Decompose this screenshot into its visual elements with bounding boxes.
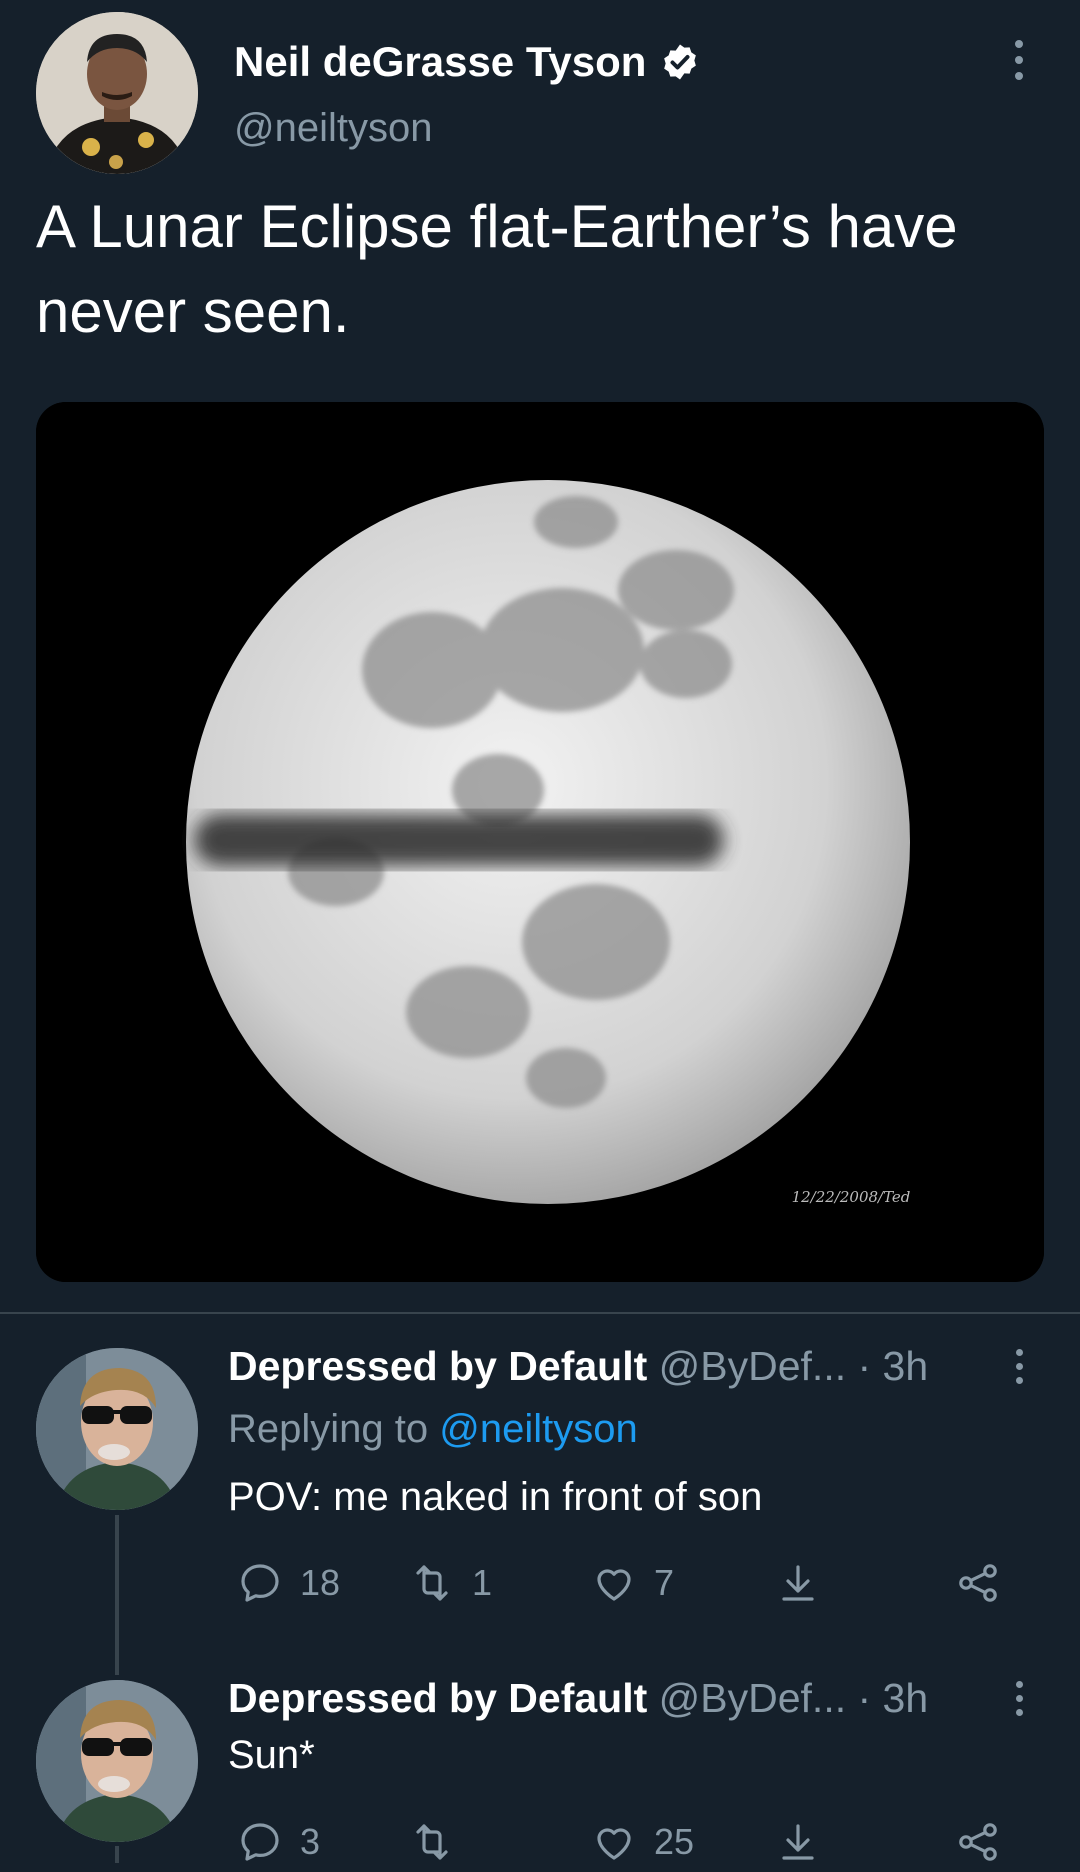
share-button[interactable] bbox=[954, 1812, 1002, 1872]
share-icon bbox=[959, 1823, 997, 1861]
download-arrow-icon bbox=[782, 1824, 814, 1860]
tweet-text: A Lunar Eclipse flat-Earther’s have neve… bbox=[36, 193, 958, 345]
reply-actions: 3 25 bbox=[228, 1812, 1018, 1872]
retweet-icon bbox=[416, 1565, 448, 1601]
like-button[interactable]: 25 bbox=[590, 1812, 694, 1872]
author-name[interactable]: Neil deGrasse Tyson bbox=[234, 36, 700, 88]
reply-text: POV: me naked in front of son bbox=[228, 1475, 763, 1519]
reply-avatar[interactable] bbox=[36, 1348, 198, 1510]
reply-button[interactable]: 3 bbox=[236, 1812, 320, 1872]
heart-icon bbox=[597, 1828, 631, 1860]
author-name-text: Neil deGrasse Tyson bbox=[234, 38, 647, 85]
reply-handle-time[interactable]: @ByDef... · 3h bbox=[659, 1343, 928, 1389]
retweet-button[interactable] bbox=[408, 1812, 472, 1872]
like-button[interactable]: 7 bbox=[590, 1553, 674, 1613]
thread-line bbox=[115, 1515, 119, 1675]
reply-actions: 18 1 7 bbox=[228, 1553, 1018, 1613]
reply-text: Sun* bbox=[228, 1733, 315, 1777]
save-button[interactable] bbox=[774, 1812, 822, 1872]
share-button[interactable] bbox=[954, 1553, 1002, 1613]
reply-icon bbox=[241, 1823, 279, 1861]
reply-button[interactable]: 18 bbox=[236, 1553, 340, 1613]
replying-label: Replying to bbox=[228, 1407, 429, 1451]
reply-count: 18 bbox=[300, 1562, 341, 1603]
thread-line bbox=[115, 1846, 119, 1863]
verified-badge-icon bbox=[664, 44, 697, 80]
like-count: 7 bbox=[654, 1562, 675, 1603]
retweet-count: 1 bbox=[472, 1562, 493, 1603]
reply-author-name[interactable]: Depressed by Default bbox=[228, 1675, 647, 1721]
replying-mention-link[interactable]: @neiltyson bbox=[439, 1407, 637, 1451]
flat-earth-shadow bbox=[194, 814, 724, 866]
reply-header: Depressed by Default @ByDef... · 3h bbox=[228, 1341, 928, 1391]
reply-icon bbox=[241, 1564, 279, 1602]
like-count: 25 bbox=[654, 1821, 695, 1862]
retweet-button[interactable]: 1 bbox=[408, 1553, 492, 1613]
download-arrow-icon bbox=[782, 1565, 814, 1601]
retweet-icon bbox=[416, 1824, 448, 1860]
reply-count: 3 bbox=[300, 1821, 321, 1862]
replying-to: Replying to @neiltyson bbox=[228, 1404, 638, 1454]
reply-more-icon[interactable] bbox=[1009, 1349, 1029, 1384]
heart-icon bbox=[597, 1569, 631, 1601]
author-handle[interactable]: @neiltyson bbox=[234, 104, 432, 152]
divider bbox=[0, 1312, 1080, 1314]
media-caption: 12/22/2008/Ted bbox=[792, 1188, 911, 1206]
reply-author-name[interactable]: Depressed by Default bbox=[228, 1343, 647, 1389]
reply-more-icon[interactable] bbox=[1009, 1681, 1029, 1716]
reply-handle-time[interactable]: @ByDef... · 3h bbox=[659, 1675, 928, 1721]
share-icon bbox=[959, 1564, 997, 1602]
reply-avatar[interactable] bbox=[36, 1680, 198, 1842]
more-icon[interactable] bbox=[1009, 40, 1029, 80]
tweet-media-image[interactable]: 12/22/2008/Ted bbox=[36, 402, 1044, 1282]
save-button[interactable] bbox=[774, 1553, 822, 1613]
author-avatar[interactable] bbox=[36, 12, 198, 174]
reply-header: Depressed by Default @ByDef... · 3h bbox=[228, 1673, 928, 1723]
